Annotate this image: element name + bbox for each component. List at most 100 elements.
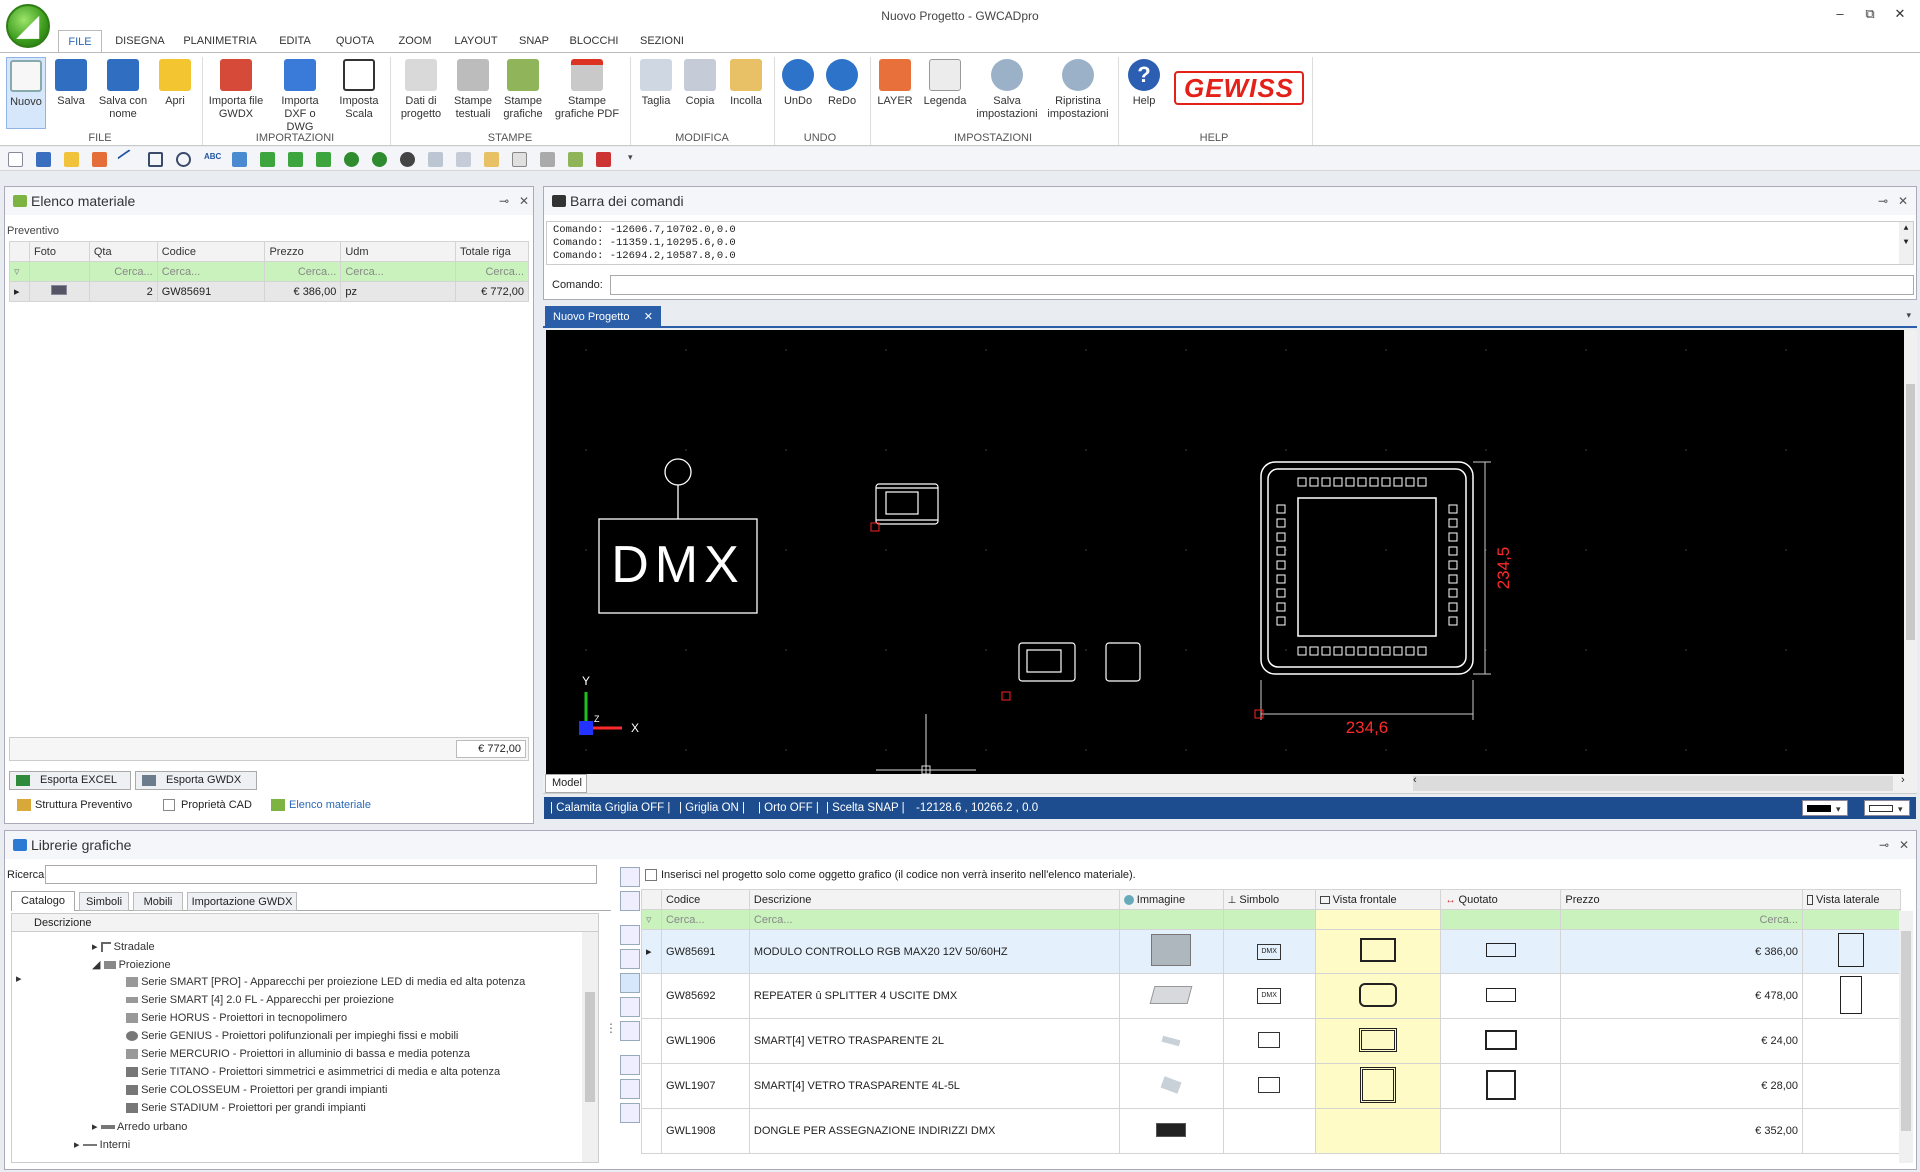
col-descrizione[interactable]: Descrizione bbox=[748, 889, 1120, 910]
status-snap[interactable]: | Scelta SNAP | bbox=[826, 797, 905, 819]
paste-icon[interactable] bbox=[484, 152, 499, 167]
insert-pin-icon[interactable] bbox=[620, 867, 640, 887]
cad-vertical-scrollbar[interactable] bbox=[1904, 330, 1917, 774]
copia-button[interactable]: Copia bbox=[680, 57, 720, 129]
close-button[interactable]: ✕ bbox=[1890, 6, 1910, 24]
product-table-scrollbar[interactable] bbox=[1899, 911, 1913, 1163]
tab-file[interactable]: FILE bbox=[58, 30, 102, 52]
line-icon[interactable] bbox=[117, 149, 138, 170]
colors-icon[interactable] bbox=[620, 925, 640, 945]
cut-icon[interactable] bbox=[428, 152, 443, 167]
expand-icon[interactable]: ▸ bbox=[92, 941, 98, 953]
copy-icon[interactable] bbox=[456, 152, 471, 167]
tab-sezioni[interactable]: SEZIONI bbox=[634, 30, 690, 52]
row-expander-icon[interactable]: ▸ bbox=[9, 281, 30, 302]
tree-item[interactable]: Serie COLOSSEUM - Proiettori per grandi … bbox=[126, 1084, 387, 1096]
salva-impostazioni-button[interactable]: Salva impostazioni bbox=[976, 57, 1038, 129]
history-scrollbar[interactable]: ▲ ▼ bbox=[1899, 222, 1913, 264]
toolbar-more-icon[interactable]: ▾ bbox=[628, 152, 643, 167]
tab-model[interactable]: Model bbox=[545, 774, 587, 793]
tab-proprieta-cad[interactable]: Proprietà CAD bbox=[161, 795, 252, 815]
import-library-icon[interactable] bbox=[620, 1103, 640, 1123]
ripristina-impostazioni-button[interactable]: Ripristina impostazioni bbox=[1044, 57, 1112, 129]
tree-item[interactable]: Serie GENIUS - Proiettori polifunzionali… bbox=[126, 1030, 458, 1042]
stampe-grafiche-button[interactable]: Stampe grafiche bbox=[500, 57, 546, 129]
pdf-icon[interactable] bbox=[596, 152, 611, 167]
smart-projector-view[interactable] bbox=[1260, 461, 1474, 675]
scroll-thumb[interactable] bbox=[1901, 931, 1911, 1131]
tree-item[interactable]: Serie SMART [4] 2.0 FL - Apparecchi per … bbox=[126, 994, 394, 1006]
layer-button[interactable]: LAYER bbox=[874, 57, 916, 129]
cad-horizontal-scrollbar[interactable] bbox=[1413, 776, 1893, 791]
col-foto[interactable]: Foto bbox=[28, 241, 90, 262]
library-search-input[interactable] bbox=[45, 865, 597, 884]
color-select[interactable]: ▾ bbox=[1802, 800, 1848, 816]
pin-icon[interactable]: ⊸ bbox=[1879, 831, 1889, 859]
tab-blocchi[interactable]: BLOCCHI bbox=[564, 30, 624, 52]
col-codice[interactable]: Codice bbox=[660, 889, 750, 910]
col-totale[interactable]: Totale riga bbox=[455, 241, 529, 262]
new-icon[interactable] bbox=[8, 152, 23, 167]
table-row[interactable]: ▸ GW85691 MODULO CONTROLLO RGB MAX20 12V… bbox=[641, 929, 1902, 974]
tab-zoom[interactable]: ZOOM bbox=[390, 30, 440, 52]
col-prezzo[interactable]: Prezzo bbox=[1560, 889, 1803, 910]
tree-item[interactable]: Serie TITANO - Proiettori simmetrici e a… bbox=[126, 1066, 500, 1078]
globe-icon[interactable] bbox=[344, 152, 359, 167]
importa-gwdx-button[interactable]: Importa file GWDX bbox=[208, 57, 264, 129]
nuovo-button[interactable]: Nuovo bbox=[6, 57, 46, 129]
print-icon[interactable] bbox=[540, 152, 555, 167]
cad-canvas[interactable]: DMX 234,5 234,6 Y X Z bbox=[546, 330, 1904, 775]
export-excel-button[interactable]: Esporta EXCEL bbox=[9, 771, 131, 790]
open-icon[interactable] bbox=[64, 152, 79, 167]
tab-disegna[interactable]: DISEGNA bbox=[112, 30, 168, 52]
status-calamita[interactable]: | Calamita Griglia OFF | bbox=[550, 797, 670, 819]
quoted-view-icon[interactable] bbox=[620, 997, 640, 1017]
help-button[interactable]: ? Help bbox=[1124, 57, 1164, 129]
tab-edita[interactable]: EDITA bbox=[272, 30, 318, 52]
filter-row[interactable]: ▿ Cerca... Cerca... Cerca... Cerca... Ce… bbox=[9, 261, 529, 282]
tab-list-icon[interactable]: ▾ bbox=[1906, 310, 1911, 321]
layer-list-icon[interactable] bbox=[620, 1055, 640, 1075]
module-quoted-view[interactable] bbox=[1018, 642, 1141, 682]
table-row[interactable]: GWL1907 SMART[4] VETRO TRASPARENTE 4L-5L… bbox=[641, 1063, 1902, 1109]
block-edit-icon[interactable] bbox=[288, 152, 303, 167]
tab-simboli[interactable]: Simboli bbox=[79, 892, 129, 911]
salva-button[interactable]: Salva bbox=[52, 57, 90, 129]
image-icon[interactable] bbox=[232, 152, 247, 167]
status-orto[interactable]: | Orto OFF | bbox=[758, 797, 819, 819]
tab-planimetria[interactable]: PLANIMETRIA bbox=[182, 30, 258, 52]
filter-row[interactable]: ▿ Cerca... Cerca... Cerca... bbox=[641, 909, 1902, 930]
export-gwdx-button[interactable]: Esporta GWDX bbox=[135, 771, 257, 790]
layer-icon[interactable] bbox=[92, 152, 107, 167]
apri-button[interactable]: Apri bbox=[156, 57, 194, 129]
tab-struttura-preventivo[interactable]: Struttura Preventivo bbox=[17, 795, 132, 815]
legenda-button[interactable]: Legenda bbox=[920, 57, 970, 129]
tree-item[interactable]: Serie HORUS - Proiettori in tecnopolimer… bbox=[126, 1012, 347, 1024]
minimize-button[interactable]: ‒ bbox=[1830, 6, 1850, 24]
table-row[interactable]: ▸ 2 GW85691 € 386,00 pz € 772,00 bbox=[9, 281, 529, 302]
cad-drawing[interactable]: DMX 234,5 234,6 Y X Z bbox=[546, 330, 1904, 775]
salva-con-nome-button[interactable]: Salva con nome bbox=[96, 57, 150, 129]
collapse-icon[interactable]: ◢ bbox=[92, 959, 100, 971]
scroll-right-icon[interactable]: › bbox=[1901, 774, 1905, 786]
tree-item[interactable]: ▸ Interni bbox=[74, 1138, 130, 1151]
linetype-select[interactable]: ▾ bbox=[1864, 800, 1910, 816]
graphic-only-checkbox[interactable] bbox=[645, 869, 657, 881]
scroll-thumb[interactable] bbox=[1906, 384, 1915, 640]
stampe-testuali-button[interactable]: Stampe testuali bbox=[450, 57, 496, 129]
pin-icon[interactable]: ⊸ bbox=[499, 187, 509, 215]
close-tab-icon[interactable]: ✕ bbox=[644, 306, 653, 328]
col-simbolo[interactable]: ⊥ Simbolo bbox=[1222, 889, 1316, 910]
close-icon[interactable]: ✕ bbox=[519, 187, 529, 215]
table-row[interactable]: GWL1906 SMART[4] VETRO TRASPARENTE 2L € … bbox=[641, 1018, 1902, 1064]
col-udm[interactable]: Udm bbox=[340, 241, 457, 262]
symbol-view-icon[interactable] bbox=[620, 949, 640, 969]
row-expander-icon[interactable]: ▸ bbox=[641, 929, 662, 974]
export-library-icon[interactable] bbox=[620, 1079, 640, 1099]
rectangle-icon[interactable] bbox=[148, 152, 163, 167]
explode-icon[interactable] bbox=[372, 152, 387, 167]
taglia-button[interactable]: Taglia bbox=[636, 57, 676, 129]
module-front-view[interactable] bbox=[875, 483, 939, 525]
restore-button[interactable]: ⧉ bbox=[1860, 6, 1880, 24]
expand-icon[interactable]: ▸ bbox=[92, 1121, 98, 1133]
